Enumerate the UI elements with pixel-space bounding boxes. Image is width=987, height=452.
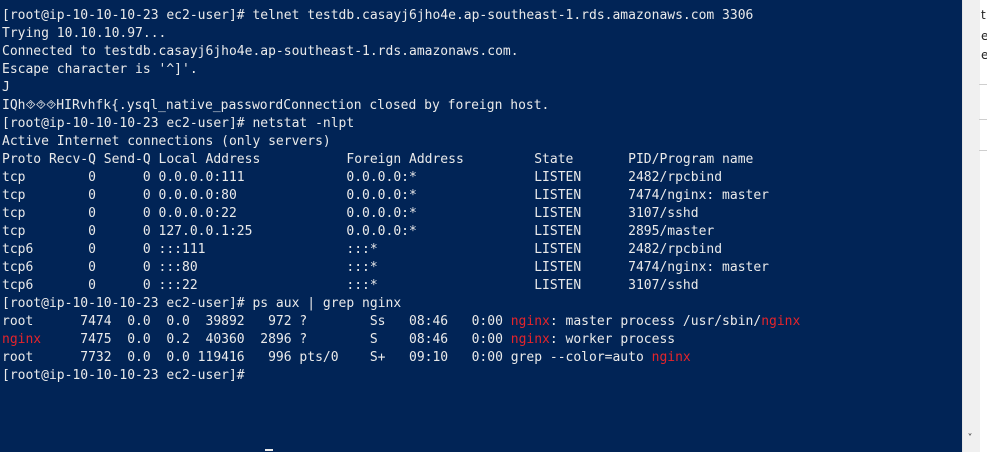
terminal-text: [root@ip-10-10-10-23 ec2-user]#: [2, 368, 245, 383]
highlighted-match: nginx: [510, 314, 550, 329]
terminal-line: J: [2, 79, 962, 97]
terminal-text: root 7474 0.0 0.0 39892 972 ? Ss 08:46 0…: [2, 314, 511, 329]
terminal-text: tcp6 0 0 :::22 :::* LISTEN 3107/sshd: [2, 278, 699, 293]
highlighted-match: nginx: [510, 332, 550, 347]
terminal-text: Escape character is '^]'.: [2, 62, 198, 77]
terminal-text: tcp 0 0 127.0.0.1:25 0.0.0.0:* LISTEN 28…: [2, 224, 715, 239]
terminal-line: [root@ip-10-10-10-23 ec2-user]# ps aux |…: [2, 295, 962, 313]
terminal-text: Trying 10.10.10.97...: [2, 26, 167, 41]
terminal-text: [root@ip-10-10-10-23 ec2-user]# netstat …: [2, 116, 355, 131]
terminal-output[interactable]: [root@ip-10-10-10-23 ec2-user]# telnet t…: [0, 0, 962, 385]
divider: [979, 84, 987, 85]
terminal-line: tcp 0 0 0.0.0.0:111 0.0.0.0:* LISTEN 248…: [2, 169, 962, 187]
terminal-line: root 7474 0.0 0.0 39892 972 ? Ss 08:46 0…: [2, 313, 962, 331]
highlighted-match: nginx: [651, 350, 691, 365]
side-text: e: [981, 29, 987, 43]
terminal-text: [root@ip-10-10-10-23 ec2-user]# telnet t…: [2, 8, 754, 23]
terminal-line: root 7732 0.0 0.0 119416 996 pts/0 S+ 09…: [2, 349, 962, 367]
side-text: t: [981, 8, 986, 22]
vertical-scrollbar[interactable]: [962, 0, 980, 452]
terminal-line: [root@ip-10-10-10-23 ec2-user]# telnet t…: [2, 7, 962, 25]
terminal-text: [root@ip-10-10-10-23 ec2-user]# ps aux |…: [2, 296, 402, 311]
terminal-text: tcp 0 0 0.0.0.0:80 0.0.0.0:* LISTEN 7474…: [2, 188, 770, 203]
terminal-window[interactable]: [root@ip-10-10-10-23 ec2-user]# telnet t…: [0, 0, 962, 452]
terminal-text: : master process /usr/sbin/: [549, 314, 762, 329]
terminal-text: root 7732 0.0 0.0 119416 996 pts/0 S+ 09…: [2, 350, 652, 365]
terminal-line: tcp6 0 0 :::80 :::* LISTEN 7474/nginx: m…: [2, 259, 962, 277]
terminal-text: tcp 0 0 0.0.0.0:22 0.0.0.0:* LISTEN 3107…: [2, 206, 699, 221]
terminal-text: Proto Recv-Q Send-Q Local Address Foreig…: [2, 152, 754, 167]
terminal-line: tcp 0 0 0.0.0.0:22 0.0.0.0:* LISTEN 3107…: [2, 205, 962, 223]
divider: [979, 150, 987, 151]
terminal-line: Proto Recv-Q Send-Q Local Address Foreig…: [2, 151, 962, 169]
side-panel: t e e: [962, 0, 987, 452]
terminal-line: IQh⯑⯑⯑HIRvhfk{.ysql_native_passwordConne…: [2, 97, 962, 115]
terminal-line: tcp 0 0 0.0.0.0:80 0.0.0.0:* LISTEN 7474…: [2, 187, 962, 205]
terminal-line: Connected to testdb.casayj6jho4e.ap-sout…: [2, 43, 962, 61]
side-text: e: [981, 48, 987, 62]
terminal-line: Active Internet connections (only server…: [2, 133, 962, 151]
terminal-text: IQh⯑⯑⯑HIRvhfk{.ysql_native_passwordConne…: [2, 98, 550, 113]
terminal-line: tcp 0 0 127.0.0.1:25 0.0.0.0:* LISTEN 28…: [2, 223, 962, 241]
terminal-text: J: [2, 80, 10, 95]
highlighted-match: nginx: [2, 332, 42, 347]
divider: [979, 119, 987, 120]
terminal-text: 7475 0.0 0.2 40360 2896 ? S 08:46 0:00: [41, 332, 511, 347]
terminal-text: tcp6 0 0 :::80 :::* LISTEN 7474/nginx: m…: [2, 260, 770, 275]
terminal-line: [root@ip-10-10-10-23 ec2-user]#: [2, 367, 962, 385]
terminal-text: Active Internet connections (only server…: [2, 134, 331, 149]
terminal-text: tcp 0 0 0.0.0.0:111 0.0.0.0:* LISTEN 248…: [2, 170, 723, 185]
terminal-line: tcp6 0 0 :::111 :::* LISTEN 2482/rpcbind: [2, 241, 962, 259]
highlighted-match: nginx: [761, 314, 801, 329]
terminal-line: nginx 7475 0.0 0.2 40360 2896 ? S 08:46 …: [2, 331, 962, 349]
terminal-cursor: [265, 449, 273, 451]
terminal-line: [root@ip-10-10-10-23 ec2-user]# netstat …: [2, 115, 962, 133]
terminal-line: tcp6 0 0 :::22 :::* LISTEN 3107/sshd: [2, 277, 962, 295]
terminal-line: Escape character is '^]'.: [2, 61, 962, 79]
terminal-text: : worker process: [549, 332, 676, 347]
terminal-line: Trying 10.10.10.97...: [2, 25, 962, 43]
chevron-down-icon[interactable]: ˅: [965, 434, 975, 444]
terminal-text: Connected to testdb.casayj6jho4e.ap-sout…: [2, 44, 519, 59]
terminal-text: tcp6 0 0 :::111 :::* LISTEN 2482/rpcbind: [2, 242, 723, 257]
